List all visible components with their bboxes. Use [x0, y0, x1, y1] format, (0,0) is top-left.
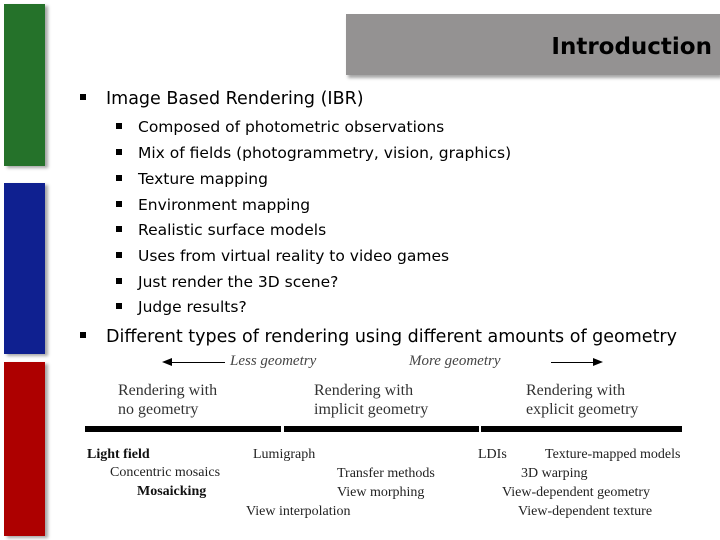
bullet-square-icon [116, 200, 122, 207]
technique-concentric-mosaics: Concentric mosaics [110, 465, 221, 480]
spectrum-bar-segment-3 [481, 426, 682, 432]
slide-title: Introduction [551, 34, 712, 60]
category-implicit-geometry: Rendering with implicit geometry [314, 381, 428, 419]
category-line2: no geometry [118, 401, 199, 418]
more-geometry-label: More geometry [409, 353, 501, 369]
category-line1: Rendering with [314, 382, 414, 399]
bullet-square-icon [116, 277, 122, 284]
technique-view-morphing: View morphing [337, 485, 425, 500]
bullet-square-icon [116, 251, 122, 258]
sub-bullet: Composed of photometric observations [116, 118, 444, 136]
technique-transfer-methods: Transfer methods [337, 466, 435, 481]
technique-mosaicking: Mosaicking [137, 484, 207, 499]
category-line1: Rendering with [526, 382, 626, 399]
bullet-text: Image Based Rendering (IBR) [106, 89, 364, 109]
title-banner: Introduction [346, 14, 720, 75]
decorative-bar-blue [4, 183, 45, 354]
sub-bullet: Mix of fields (photogrammetry, vision, g… [116, 144, 511, 162]
arrow-right-line [551, 361, 595, 363]
technique-texture-mapped-models: Texture-mapped models [545, 447, 681, 462]
technique-light-field: Light field [87, 447, 150, 462]
category-line1: Rendering with [118, 382, 218, 399]
decorative-bar-red [4, 362, 45, 536]
sub-bullet-text: Mix of fields (photogrammetry, vision, g… [138, 144, 512, 162]
bullet-square-icon [80, 332, 86, 338]
sub-bullet: Just render the 3D scene? [116, 273, 338, 291]
less-geometry-label: Less geometry [230, 353, 317, 369]
technique-view-interpolation: View interpolation [246, 504, 351, 519]
category-line2: explicit geometry [526, 401, 639, 418]
sub-bullet-text: Texture mapping [138, 170, 268, 188]
bullet-ibr: Image Based Rendering (IBR) [80, 89, 364, 109]
bullet-rendering-types: Different types of rendering using diffe… [80, 327, 677, 347]
sub-bullet-text: Judge results? [138, 298, 247, 316]
spectrum-bar-segment-1 [85, 426, 281, 432]
sub-bullet: Uses from virtual reality to video games [116, 247, 449, 265]
bullet-square-icon [116, 122, 122, 129]
category-line2: implicit geometry [314, 401, 429, 418]
technique-lumigraph: Lumigraph [253, 447, 316, 462]
sub-bullet: Texture mapping [116, 170, 268, 188]
sub-bullet-text: Just render the 3D scene? [138, 273, 339, 291]
category-explicit-geometry: Rendering with explicit geometry [526, 381, 638, 419]
spectrum-bar-segment-2 [284, 426, 479, 432]
decorative-bar-green [4, 4, 45, 166]
bullet-square-icon [116, 174, 122, 181]
bullet-square-icon [116, 302, 122, 309]
sub-bullet-text: Environment mapping [138, 196, 311, 214]
bullet-square-icon [116, 148, 122, 155]
sub-bullet-text: Realistic surface models [138, 221, 327, 239]
sub-bullet: Environment mapping [116, 196, 310, 214]
bullet-text: Different types of rendering using diffe… [106, 327, 677, 347]
sub-bullet-text: Uses from virtual reality to video games [138, 247, 450, 265]
technique-3d-warping: 3D warping [521, 466, 588, 481]
arrow-right-icon [593, 358, 603, 366]
bullet-square-icon [80, 94, 86, 100]
arrow-left-line [170, 361, 225, 363]
sub-bullet-text: Composed of photometric observations [138, 118, 445, 136]
bullet-square-icon [116, 225, 122, 232]
sub-bullet: Realistic surface models [116, 221, 326, 239]
technique-view-dependent-geometry: View-dependent geometry [502, 485, 651, 500]
technique-view-dependent-texture: View-dependent texture [518, 504, 653, 519]
technique-ldis: LDIs [478, 447, 507, 462]
category-no-geometry: Rendering with no geometry [118, 381, 217, 419]
sub-bullet: Judge results? [116, 298, 247, 316]
